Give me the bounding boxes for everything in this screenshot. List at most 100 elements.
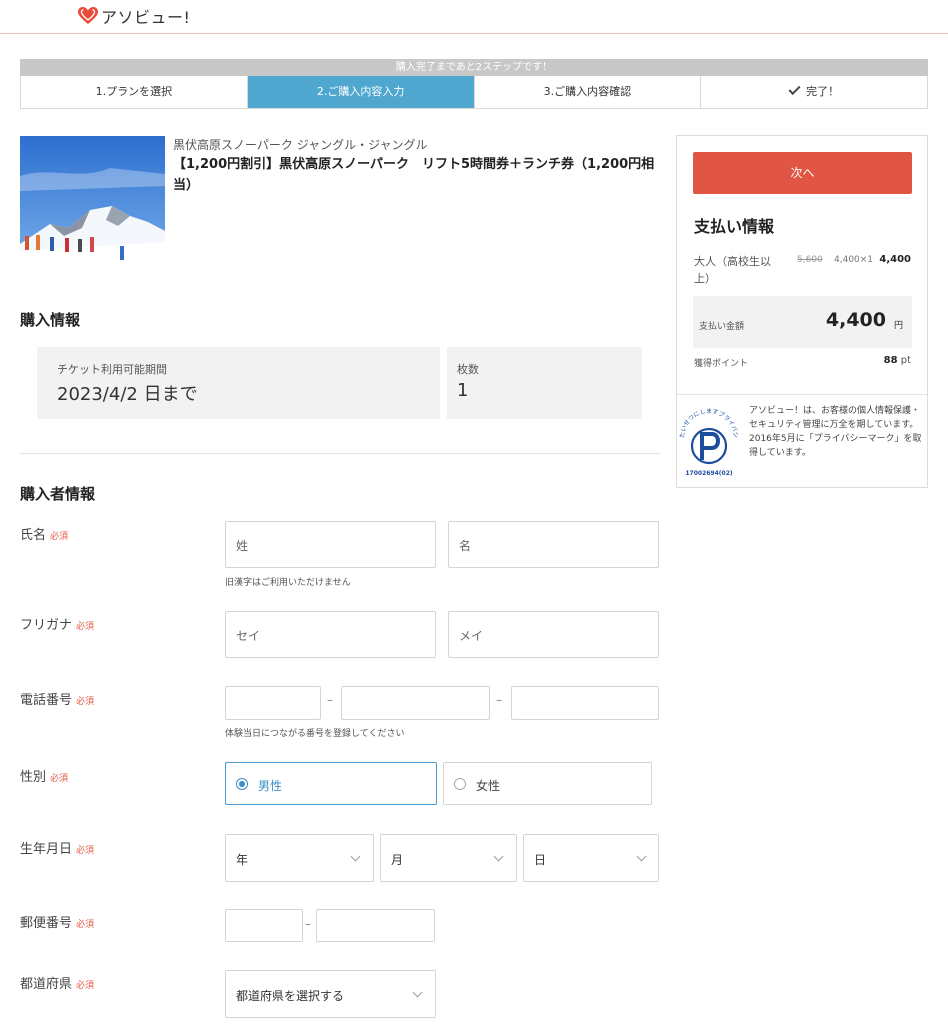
adult-price-label: 大人（高校生以上） — [694, 255, 771, 285]
phone-input-3[interactable] — [511, 686, 659, 720]
last-name-kana-placeholder: セイ — [236, 629, 261, 643]
ticket-qty-label: 枚数 — [457, 363, 479, 376]
ticket-qty-value: 1 — [457, 380, 469, 401]
zip-input-1[interactable] — [225, 909, 303, 942]
total-amount-box: 支払い金額 4,400 円 — [693, 296, 912, 348]
gender-label-text: 性別 — [20, 770, 47, 785]
name-hint: 旧漢字はご利用いただけません — [225, 578, 351, 588]
birth-day-select[interactable]: 日 — [523, 834, 659, 882]
section-divider — [20, 453, 660, 454]
phone-label-text: 電話番号 — [20, 693, 73, 708]
purchase-info-title: 購入情報 — [20, 311, 81, 329]
kana-label: フリガナ 必須 — [20, 614, 94, 633]
total-unit: 円 — [893, 321, 903, 331]
birth-month-select[interactable]: 月 — [380, 834, 517, 882]
radio-selected-icon — [236, 778, 248, 790]
gender-female-option[interactable]: 女性 — [443, 762, 652, 805]
zip-input-2[interactable] — [316, 909, 435, 942]
total-value: 4,400 — [825, 309, 886, 331]
last-name-placeholder: 姓 — [236, 539, 249, 553]
phone-hint: 体験当日につながる番号を登録してください — [225, 729, 405, 739]
birth-year-select[interactable]: 年 — [225, 834, 374, 882]
ticket-period-box: チケット利用可能期間 2023/4/2 日まで — [37, 347, 440, 419]
chevron-down-icon — [636, 851, 647, 862]
product-image — [20, 136, 165, 279]
zip-separator: – — [305, 917, 311, 931]
points-value-wrap: 88 pt — [884, 355, 911, 366]
phone-input-1[interactable] — [225, 686, 321, 720]
phone-separator: – — [496, 693, 502, 707]
privacy-text: アソビュー！は、お客様の個人情報保護・セキュリティ管理に万全を期しています。 2… — [749, 404, 925, 460]
adult-unit-price: 4,400×1 — [834, 255, 874, 265]
prefecture-select[interactable]: 都道府県を選択する — [225, 970, 436, 1018]
points-label: 獲得ポイント — [694, 359, 749, 369]
ticket-period-label: チケット利用可能期間 — [57, 363, 167, 376]
step-input-details: 2.ご購入内容入力 — [247, 76, 475, 108]
site-header: アソビュー! — [0, 0, 948, 34]
first-name-input[interactable]: 名 — [448, 521, 659, 568]
first-name-kana-placeholder: メイ — [459, 629, 484, 643]
privacy-mark-logo: たいせつにしますプライバシー 17002694(02) — [675, 399, 740, 480]
points-value: 88 — [883, 355, 898, 366]
gender-male-option[interactable]: 男性 — [225, 762, 437, 805]
required-badge: 必須 — [50, 774, 69, 784]
logo-text: アソビュー! — [101, 8, 191, 27]
payment-sidebar: 次へ 支払い情報 大人（高校生以上） 5,600 4,400×1 4,400 支… — [675, 135, 928, 488]
payment-info-title: 支払い情報 — [694, 217, 775, 236]
product-title: 【1,200円割引】黒伏高原スノーパーク リフト5時間券＋ランチ券（1,200円… — [173, 157, 655, 193]
kana-label-text: フリガナ — [20, 618, 73, 633]
zip-label-text: 郵便番号 — [20, 916, 73, 931]
required-badge: 必須 — [76, 846, 95, 856]
steps-banner: 購入完了まであと2ステップです！ — [20, 59, 928, 76]
adult-original-price: 5,600 — [797, 255, 823, 265]
step-complete-label: 完了！ — [806, 85, 840, 98]
gender-male-label: 男性 — [258, 779, 283, 793]
total-label: 支払い金額 — [699, 322, 745, 332]
step-select-plan: 1.プランを選択 — [21, 76, 248, 108]
birth-month-value: 月 — [391, 853, 404, 867]
required-badge: 必須 — [50, 532, 69, 542]
chevron-down-icon — [412, 987, 423, 998]
birth-day-value: 日 — [534, 853, 547, 867]
birth-year-value: 年 — [236, 853, 249, 867]
logo-heart-icon — [78, 7, 98, 24]
zip-label: 郵便番号 必須 — [20, 912, 94, 931]
required-badge: 必須 — [76, 920, 95, 930]
step-confirm: 3.ご購入内容確認 — [475, 76, 702, 108]
privacy-text-2: 2016年5月に「プライバシーマーク」を取得しています。 — [749, 434, 922, 458]
privacy-mark-id: 17002694(02) — [685, 470, 732, 477]
chevron-down-icon — [493, 851, 504, 862]
birthdate-label: 生年月日 必須 — [20, 838, 94, 857]
adult-amount: 4,400 — [879, 254, 911, 265]
prefecture-value: 都道府県を選択する — [236, 989, 345, 1003]
buyer-info-title: 購入者情報 — [20, 485, 96, 503]
birthdate-label-text: 生年月日 — [20, 842, 73, 857]
ticket-qty-box: 枚数 1 — [447, 347, 642, 419]
prefecture-label: 都道府県 必須 — [20, 973, 94, 992]
phone-input-2[interactable] — [341, 686, 490, 720]
name-label: 氏名 必須 — [20, 524, 68, 543]
name-label-text: 氏名 — [20, 528, 47, 543]
check-icon — [788, 82, 801, 96]
points-unit: pt — [900, 355, 911, 366]
gender-label: 性別 必須 — [20, 766, 68, 785]
step-indicator: 1.プランを選択 2.ご購入内容入力 3.ご購入内容確認 完了！ — [20, 76, 928, 109]
chevron-down-icon — [350, 851, 361, 862]
logo[interactable]: アソビュー! — [78, 4, 190, 28]
product-facility: 黒伏高原スノーパーク ジャングル・ジャングル — [173, 138, 428, 152]
sidebar-divider — [677, 394, 927, 395]
radio-unselected-icon — [454, 778, 466, 790]
prefecture-label-text: 都道府県 — [20, 977, 73, 992]
step-complete: 完了！ — [701, 76, 927, 108]
required-badge: 必須 — [76, 622, 95, 632]
first-name-kana-input[interactable]: メイ — [448, 611, 659, 658]
last-name-kana-input[interactable]: セイ — [225, 611, 436, 658]
privacy-text-1: アソビュー！は、お客様の個人情報保護・セキュリティ管理に万全を期しています。 — [749, 406, 921, 430]
phone-label: 電話番号 必須 — [20, 689, 94, 708]
ticket-period-value: 2023/4/2 日まで — [57, 384, 198, 405]
first-name-placeholder: 名 — [459, 539, 472, 553]
last-name-input[interactable]: 姓 — [225, 521, 436, 568]
required-badge: 必須 — [76, 697, 95, 707]
next-button[interactable]: 次へ — [693, 152, 912, 194]
phone-separator: – — [327, 693, 333, 707]
